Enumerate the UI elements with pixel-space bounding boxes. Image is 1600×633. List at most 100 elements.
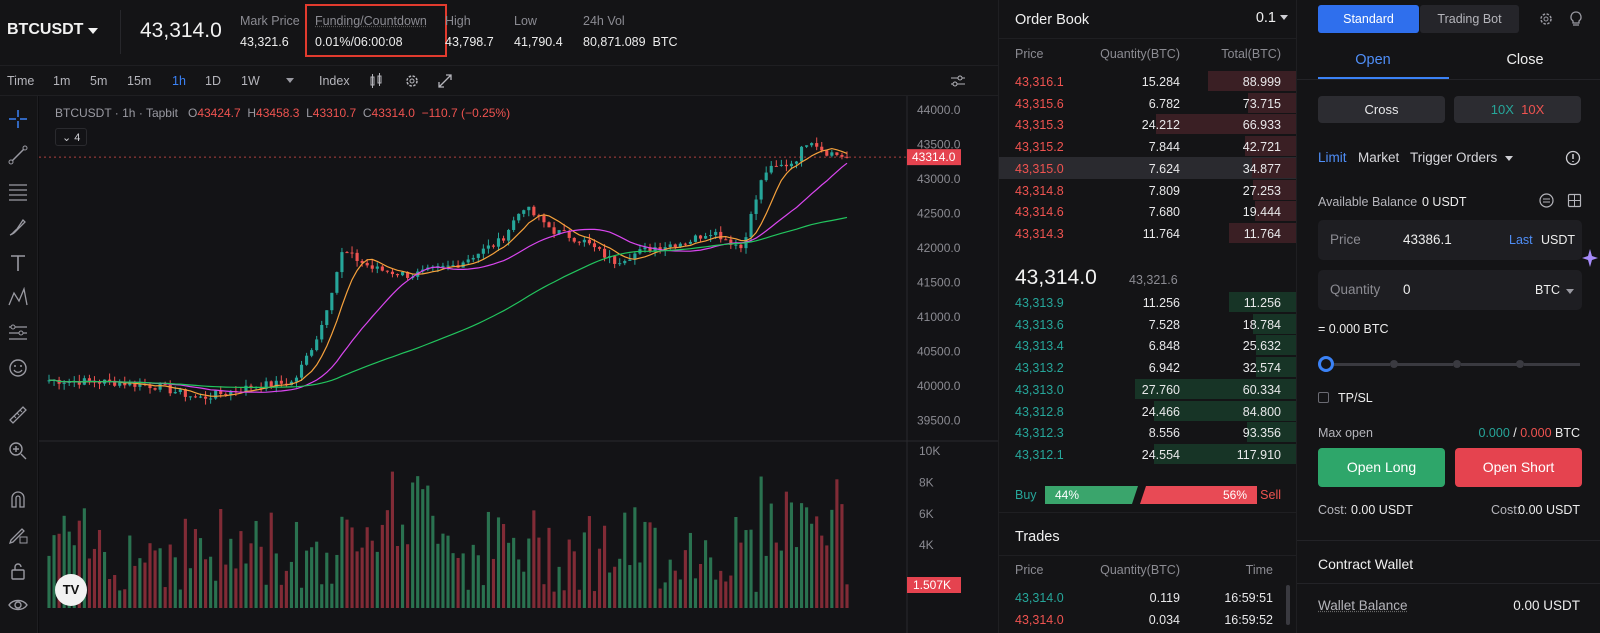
cell-total: 93.356 [1242, 426, 1281, 441]
fib-icon[interactable] [7, 322, 29, 344]
stat-label: Low [514, 14, 537, 28]
crosshair-icon[interactable] [7, 108, 29, 130]
order-type-market[interactable]: Market [1358, 150, 1399, 165]
chevron-down-icon[interactable] [88, 28, 98, 34]
bid-row[interactable]: 43,313.6 7.528 18.784 [999, 313, 1297, 335]
chevron-down-icon[interactable] [1566, 289, 1574, 294]
cost-long-label: Cost: [1318, 503, 1348, 517]
sparkle-icon[interactable] [1581, 248, 1599, 268]
volume-bar [486, 511, 490, 608]
candle-body [355, 252, 359, 261]
brush-icon[interactable] [7, 216, 29, 238]
price-last-button[interactable]: Last [1509, 233, 1533, 247]
candle-body [471, 257, 475, 260]
ruler-icon[interactable] [7, 404, 29, 426]
stat-24h-vol: 24h Vol 80,871.089 BTC [583, 14, 678, 49]
fullscreen-icon[interactable] [437, 73, 453, 89]
candle-body [618, 263, 622, 265]
magnet-icon[interactable] [7, 488, 29, 510]
ask-row[interactable]: 43,315.0 7.624 34.877 [999, 156, 1297, 179]
candle-type-icon[interactable] [368, 73, 384, 89]
lightbulb-icon[interactable] [1568, 10, 1584, 28]
slider-tick[interactable] [1453, 360, 1461, 368]
info-icon[interactable] [1565, 150, 1581, 166]
ask-row[interactable]: 43,314.8 7.809 27.253 [999, 179, 1297, 201]
bid-row[interactable]: 43,312.8 24.466 84.800 [999, 400, 1297, 422]
interval-time[interactable]: Time [7, 74, 34, 88]
gear-icon[interactable] [404, 73, 420, 89]
interval-5m[interactable]: 5m [90, 74, 107, 88]
bid-row[interactable]: 43,312.1 24.554 117.910 [999, 443, 1297, 465]
order-type-limit[interactable]: Limit [1318, 150, 1347, 165]
leverage-button[interactable]: 10X 10X [1454, 96, 1581, 123]
interval-15m[interactable]: 15m [127, 74, 151, 88]
lock-icon[interactable] [7, 560, 29, 582]
zoom-in-icon[interactable] [7, 440, 29, 462]
wallet-balance-label[interactable]: Wallet Balance [1318, 598, 1408, 613]
slider-tick[interactable] [1390, 360, 1398, 368]
pencil-lock-icon[interactable] [7, 524, 29, 546]
calculator-icon[interactable] [1567, 193, 1582, 208]
price-field[interactable]: Price 43386.1 Last USDT [1318, 220, 1582, 260]
tab-standard[interactable]: Standard [1318, 5, 1419, 33]
emoji-icon[interactable] [7, 357, 29, 379]
ask-row[interactable]: 43,314.6 7.680 19.444 [999, 200, 1297, 222]
open-long-button[interactable]: Open Long [1318, 448, 1445, 487]
pattern-icon[interactable] [7, 287, 29, 309]
bid-row[interactable]: 43,313.9 11.256 11.256 [999, 291, 1297, 313]
volume-bar [557, 566, 561, 608]
chevron-down-icon[interactable] [1280, 15, 1288, 20]
volume-tick-label: 4K [919, 538, 934, 552]
order-type-trigger[interactable]: Trigger Orders [1410, 150, 1497, 165]
ask-row[interactable]: 43,315.2 7.844 42.721 [999, 135, 1297, 157]
candle-body [759, 180, 763, 200]
tab-trading-bot[interactable]: Trading Bot [1420, 5, 1519, 33]
ask-row[interactable]: 43,314.3 11.764 11.764 [999, 222, 1297, 244]
interval-1w[interactable]: 1W [241, 74, 260, 88]
buy-ratio-bar: 44% [1045, 486, 1138, 504]
candlestick-chart[interactable]: 44000.043500.043000.042500.042000.041500… [39, 96, 998, 633]
tab-close[interactable]: Close [1449, 52, 1600, 68]
candle-body [805, 145, 809, 147]
tpsl-checkbox[interactable] [1318, 392, 1329, 403]
index-button[interactable]: Index [319, 74, 350, 88]
quantity-slider[interactable] [1318, 355, 1582, 375]
gear-icon[interactable] [1538, 11, 1554, 27]
indicator-toggle[interactable]: ⌄ 4 [55, 128, 87, 146]
transfer-icon[interactable] [1539, 193, 1554, 208]
price-chart[interactable]: 44000.0 43500.0 43000.0 42500.0 42000.0 41500… [39, 96, 998, 633]
ask-row[interactable]: 43,316.1 15.284 88.999 [999, 70, 1297, 92]
open-short-button[interactable]: Open Short [1455, 448, 1582, 487]
interval-1d[interactable]: 1D [205, 74, 221, 88]
bid-row[interactable]: 43,313.2 6.942 32.574 [999, 356, 1297, 378]
cell-price: 43,313.9 [1015, 296, 1064, 310]
qty-unit-select[interactable]: BTC [1535, 283, 1560, 297]
tab-open[interactable]: Open [1297, 52, 1449, 68]
slider-thumb[interactable] [1318, 356, 1334, 372]
ask-row[interactable]: 43,315.3 24.212 66.933 [999, 113, 1297, 135]
interval-1h[interactable]: 1h [172, 74, 186, 88]
bid-row[interactable]: 43,312.3 8.556 93.356 [999, 421, 1297, 443]
trend-line-icon[interactable] [7, 144, 29, 166]
margin-mode-button[interactable]: Cross [1318, 96, 1445, 123]
bid-row[interactable]: 43,313.4 6.848 25.632 [999, 334, 1297, 356]
text-icon[interactable] [7, 252, 29, 274]
volume-bar [820, 535, 824, 608]
interval-more-icon[interactable] [286, 78, 294, 83]
ask-row[interactable]: 43,315.6 6.782 73.715 [999, 92, 1297, 114]
volume-bar [118, 590, 122, 608]
interval-1m[interactable]: 1m [53, 74, 70, 88]
settings-sliders-icon[interactable] [950, 73, 966, 89]
quantity-field[interactable]: Quantity 0 BTC [1318, 270, 1582, 310]
chevron-down-icon[interactable] [1505, 156, 1513, 161]
bid-row[interactable]: 43,313.0 27.760 60.334 [999, 378, 1297, 400]
horizontal-lines-icon[interactable] [7, 180, 29, 202]
scrollbar[interactable] [1286, 585, 1290, 625]
symbol-selector[interactable]: BTCUSDT [7, 21, 83, 39]
volume-bar [315, 541, 319, 608]
eye-icon[interactable] [7, 594, 29, 616]
candle-body [320, 324, 324, 340]
slider-tick[interactable] [1516, 360, 1524, 368]
stat-value: 43,798.7 [445, 35, 494, 49]
precision-select[interactable]: 0.1 [1256, 10, 1276, 26]
